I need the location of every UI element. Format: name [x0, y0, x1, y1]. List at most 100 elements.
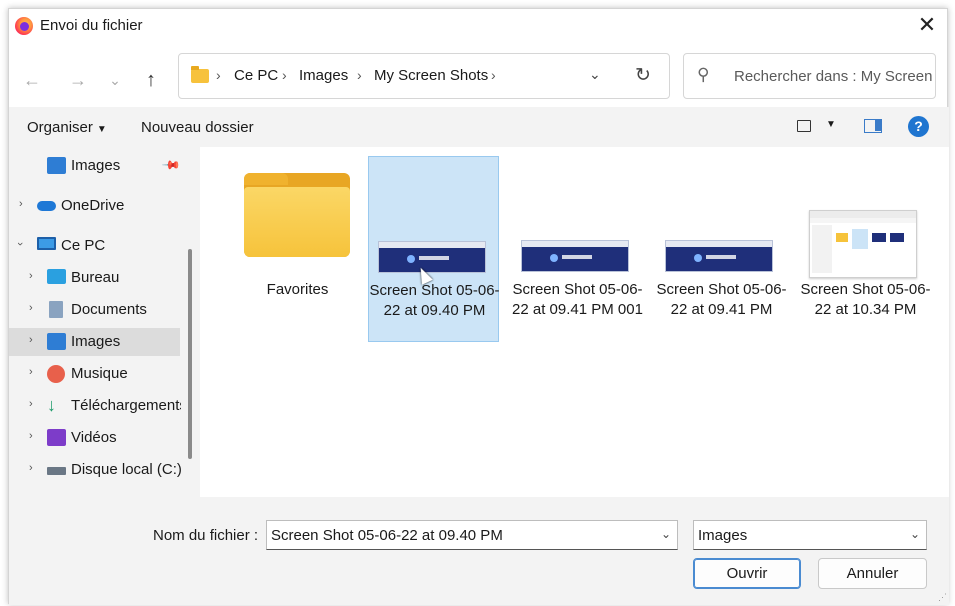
image-thumbnail-icon [521, 240, 629, 272]
address-bar[interactable]: › Ce PC › Images › My Screen Shots › ⌄ ↻ [178, 53, 670, 99]
expand-chevron-icon[interactable]: › [29, 270, 33, 282]
new-folder-button[interactable]: Nouveau dossier [141, 119, 254, 136]
file-tile-image[interactable]: Screen Shot 05-06-22 at 09.41 PM [656, 156, 787, 342]
expand-chevron-icon[interactable]: › [19, 198, 23, 210]
sidebar-item-label: Vidéos [71, 429, 117, 446]
breadcrumb-ce-pc[interactable]: Ce PC [234, 67, 278, 84]
file-grid: Favorites Screen Shot 05-06-22 at 09.40 … [200, 147, 949, 497]
help-icon[interactable]: ? [908, 116, 929, 137]
sidebar-item-ce-pc[interactable]: › Ce PC [9, 232, 180, 260]
sidebar-item-label: Images [71, 157, 121, 174]
breadcrumb-chevron-icon: › [282, 67, 287, 83]
sidebar-item-bureau[interactable]: › Bureau [9, 264, 180, 292]
file-upload-dialog: Envoi du fichier ✕ ← → ⌄ ↑ › Ce PC › Ima… [8, 8, 949, 605]
expand-chevron-icon[interactable]: › [29, 302, 33, 314]
desktop-icon [47, 269, 66, 284]
sidebar-item-onedrive[interactable]: › OneDrive [9, 192, 180, 220]
dialog-footer: Nom du fichier : Screen Shot 05-06-22 at… [9, 497, 949, 605]
file-tile-folder[interactable]: Favorites [232, 156, 363, 342]
view-caret-down-icon[interactable]: ▼ [826, 119, 836, 130]
sidebar-item-videos[interactable]: › Vidéos [9, 424, 180, 452]
images-icon [47, 157, 66, 174]
filetype-select[interactable]: Images ⌄ [693, 520, 927, 550]
forward-arrow-icon[interactable]: → [65, 67, 91, 93]
cancel-button[interactable]: Annuler [818, 558, 927, 589]
file-name: Screen Shot 05-06-22 at 09.41 PM 001 [512, 281, 643, 318]
recent-locations-chevron-icon[interactable]: ⌄ [102, 67, 128, 93]
filename-value: Screen Shot 05-06-22 at 09.40 PM [271, 527, 503, 544]
preview-pane-icon[interactable] [864, 119, 882, 133]
sidebar-item-label: Téléchargements [71, 397, 181, 414]
sidebar-item-documents[interactable]: › Documents [9, 296, 180, 324]
expand-chevron-icon[interactable]: › [29, 462, 33, 474]
filename-dropdown-icon[interactable]: ⌄ [661, 527, 671, 541]
sidebar-item-label: Documents [71, 301, 147, 318]
image-thumbnail-icon [809, 210, 917, 278]
expand-chevron-icon[interactable]: › [29, 398, 33, 410]
file-name: Favorites [266, 281, 329, 298]
sidebar-item-telechargements[interactable]: › ↓ Téléchargements [9, 392, 181, 420]
resize-grip-icon[interactable]: ⋰ [938, 592, 947, 603]
caret-down-icon: ▼ [96, 124, 107, 135]
search-box[interactable]: ⚲ Rechercher dans : My Screen ... [683, 53, 936, 99]
folder-icon [244, 173, 350, 257]
sidebar-item-label: Disque local (C:) [71, 461, 182, 478]
back-arrow-icon[interactable]: ← [19, 67, 45, 93]
view-mode-icon[interactable] [797, 120, 811, 132]
file-tile-image[interactable]: Screen Shot 05-06-22 at 09.41 PM 001 [512, 156, 643, 342]
address-dropdown-icon[interactable]: ⌄ [589, 66, 601, 83]
title-bar: Envoi du fichier ✕ [9, 9, 949, 43]
filetype-value: Images [698, 527, 748, 544]
open-button[interactable]: Ouvrir [693, 558, 801, 589]
sidebar-item-musique[interactable]: › Musique [9, 360, 180, 388]
sidebar-item-label: Musique [71, 365, 128, 382]
search-icon: ⚲ [697, 65, 710, 84]
images-icon [47, 333, 66, 350]
file-name: Screen Shot 05-06-22 at 09.40 PM [369, 282, 500, 319]
filename-input[interactable]: Screen Shot 05-06-22 at 09.40 PM ⌄ [266, 520, 678, 550]
expand-chevron-icon[interactable]: › [29, 334, 33, 346]
onedrive-icon [37, 201, 56, 211]
sidebar-scrollbar[interactable] [188, 249, 192, 459]
breadcrumb-chevron-icon: › [357, 67, 362, 83]
expand-chevron-icon[interactable]: › [29, 430, 33, 442]
firefox-icon [15, 17, 33, 35]
expand-chevron-icon[interactable]: › [29, 366, 33, 378]
organize-label: Organiser [27, 119, 93, 136]
videos-icon [47, 429, 66, 446]
image-thumbnail-icon [378, 241, 486, 273]
sidebar-item-disque-local[interactable]: › Disque local (C:) [9, 456, 182, 484]
breadcrumb-chevron-icon: › [216, 67, 221, 83]
sidebar-item-label: Images [71, 333, 121, 350]
pin-icon[interactable]: 📌 [161, 155, 181, 175]
collapse-chevron-icon[interactable]: › [14, 242, 26, 246]
filetype-dropdown-icon[interactable]: ⌄ [910, 527, 920, 541]
navigation-pane: Images 📌 › OneDrive › Ce PC › Bureau › D… [9, 147, 200, 497]
organize-menu-button[interactable]: Organiser ▼ [27, 119, 107, 136]
music-icon [47, 365, 65, 383]
file-name: Screen Shot 05-06-22 at 10.34 PM [800, 281, 931, 318]
breadcrumb-images[interactable]: Images [299, 67, 348, 84]
command-bar: Organiser ▼ Nouveau dossier ▼ ? [9, 107, 949, 147]
file-name: Screen Shot 05-06-22 at 09.41 PM [656, 281, 787, 318]
close-icon[interactable]: ✕ [905, 9, 949, 43]
sidebar-item-label: OneDrive [61, 197, 125, 214]
sidebar-item-images-quick[interactable]: Images 📌 [9, 152, 182, 180]
image-thumbnail-icon [665, 240, 773, 272]
sidebar-item-label: Bureau [71, 269, 120, 286]
filename-label: Nom du fichier : [153, 527, 259, 544]
up-arrow-icon[interactable]: ↑ [138, 67, 164, 93]
dialog-title: Envoi du fichier [40, 17, 143, 34]
file-tile-image[interactable]: Screen Shot 05-06-22 at 09.40 PM [368, 156, 500, 342]
folder-icon [191, 66, 209, 83]
search-placeholder: Rechercher dans : My Screen ... [734, 68, 934, 85]
documents-icon [49, 301, 63, 318]
refresh-icon[interactable]: ↻ [635, 64, 651, 87]
sidebar-item-images[interactable]: › Images [9, 328, 180, 356]
disk-icon [47, 467, 66, 475]
breadcrumb-chevron-icon: › [491, 67, 496, 83]
sidebar-item-label: Ce PC [61, 237, 106, 254]
breadcrumb-my-screen-shots[interactable]: My Screen Shots [374, 67, 488, 84]
file-tile-image[interactable]: Screen Shot 05-06-22 at 10.34 PM [800, 156, 931, 342]
pc-icon [37, 237, 56, 250]
